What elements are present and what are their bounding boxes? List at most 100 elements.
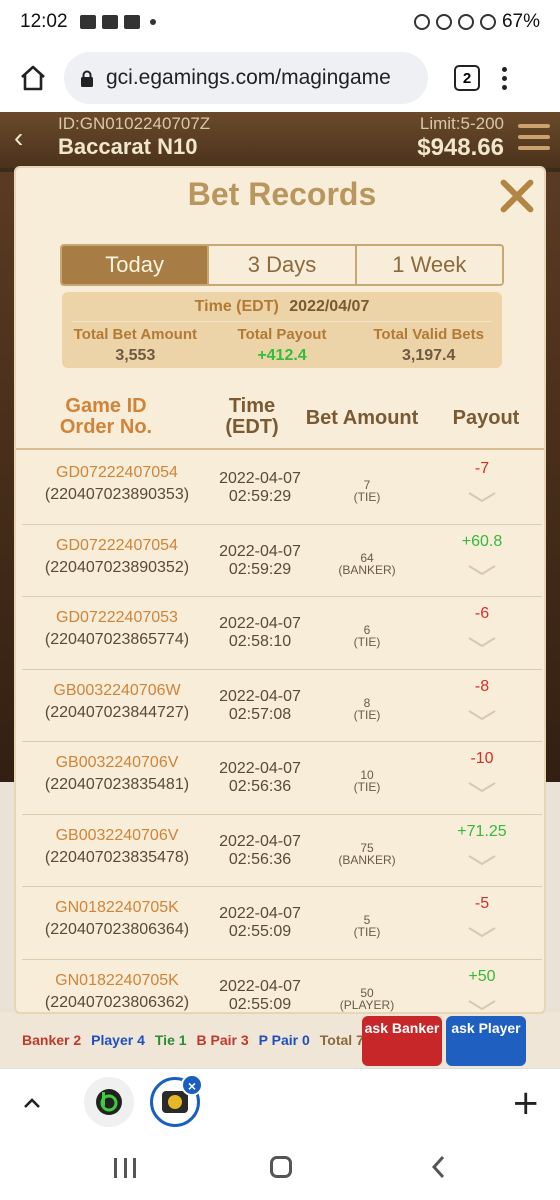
chevron-down-icon[interactable]	[467, 998, 497, 1012]
table-row[interactable]: GD07222407053 (220407023865774) 2022-04-07…	[22, 597, 542, 670]
header-game-id-label: Game ID	[65, 395, 147, 417]
close-tab-icon[interactable]: ×	[181, 1074, 203, 1096]
ask-player-button[interactable]: ask Player	[446, 1016, 526, 1066]
game-id-cell: GB0032240706V	[55, 826, 179, 844]
date-cell: 2022-04-07	[219, 760, 301, 777]
bet-type-cell: (PLAYER)	[339, 997, 395, 1012]
summary-total-payout: Total Payout +412.4	[209, 326, 356, 365]
chevron-down-icon[interactable]	[467, 635, 497, 649]
chevron-down-icon[interactable]	[467, 708, 497, 722]
table-row[interactable]: GN0182240705K (220407023806364) 2022-04-07…	[22, 887, 542, 960]
alarm-icon	[413, 14, 430, 30]
time-cell: 02:55:09	[228, 995, 292, 1013]
nav-home-icon[interactable]	[270, 1156, 292, 1178]
status-bar: 12:02 67%	[0, 0, 560, 44]
tab-switcher-button[interactable]: 2	[454, 65, 480, 91]
chevron-down-icon[interactable]	[467, 780, 497, 794]
bet-type-cell: (BANKER)	[338, 562, 396, 577]
home-button[interactable]	[14, 59, 52, 97]
game-back-button[interactable]: ‹	[14, 122, 48, 156]
period-tabs: Today 3 Days 1 Week	[60, 244, 504, 286]
modal-title: Bet Records	[187, 176, 377, 212]
more-notifications-icon	[149, 19, 156, 25]
date-cell: 2022-04-07	[219, 615, 301, 632]
chevron-up-icon[interactable]	[18, 1089, 46, 1117]
order-no-cell: (220407023844727)	[44, 703, 190, 721]
table-row[interactable]: GB0032240706V (220407023835481) 2022-04-07…	[22, 742, 542, 815]
tab-icon-b[interactable]	[84, 1077, 134, 1127]
header-game-id: Game ID Order No.	[36, 396, 176, 438]
table-row[interactable]: GB0032240706V (220407023835478) 2022-04-07…	[22, 815, 542, 887]
home-icon	[21, 65, 45, 91]
url-bar[interactable]: gci.egamings.com/magingame	[64, 52, 428, 104]
browser-bottom-bar: × +	[0, 1068, 560, 1136]
time-cell: 02:59:29	[228, 488, 292, 505]
total-payout-label: Total Payout	[237, 326, 327, 343]
tab-3-days[interactable]: 3 Days	[209, 246, 357, 284]
close-icon[interactable]	[494, 174, 538, 218]
header-time-zone: (EDT)	[225, 416, 279, 438]
stat-player: Player 4	[91, 1032, 145, 1048]
game-id-cell: GN0182240705K	[55, 971, 179, 989]
payout-cell: -8	[474, 677, 490, 695]
payout-cell: -6	[474, 605, 490, 622]
new-tab-button[interactable]: +	[512, 1083, 541, 1123]
clock-notification-icon	[123, 15, 140, 29]
game-name: Baccarat N10	[58, 134, 198, 159]
stat-banker: Banker 2	[22, 1032, 82, 1048]
time-cell: 02:59:29	[228, 560, 292, 578]
browser-toolbar: gci.egamings.com/magingame 2	[0, 44, 560, 112]
mute-icon	[435, 14, 452, 30]
chevron-down-icon[interactable]	[467, 490, 497, 504]
game-id-cell: GN0182240705K	[55, 899, 179, 916]
total-bet-label: Total Bet Amount	[73, 326, 197, 343]
time-cell: 02:55:09	[228, 923, 292, 940]
game-id-cell: GB0032240706V	[55, 754, 179, 771]
tab-icon-game[interactable]: ×	[150, 1074, 203, 1127]
bet-records-modal: Bet Records Today 3 Days 1 Week Time (ED…	[14, 166, 546, 1014]
payout-cell: +50	[468, 967, 496, 985]
order-no-cell: (220407023865774)	[44, 631, 190, 648]
ask-banker-button[interactable]: ask Banker	[362, 1016, 442, 1066]
payout-cell: -10	[470, 750, 494, 767]
order-no-cell: (220407023835478)	[44, 848, 190, 866]
gallery-notification-icon	[79, 15, 96, 29]
tab-1-week[interactable]: 1 Week	[356, 246, 502, 284]
game-menu-icon[interactable]	[518, 124, 550, 150]
system-nav-bar	[0, 1136, 560, 1200]
browser-menu-button[interactable]	[502, 66, 507, 90]
battery-level: 67%	[501, 11, 540, 32]
table-row[interactable]: GD07222407054 (220407023890353) 2022-04-07…	[22, 452, 542, 525]
header-time: Time (EDT)	[202, 396, 302, 438]
tab-today[interactable]: Today	[62, 246, 210, 284]
signal-icon	[479, 14, 496, 30]
time-cell: 02:58:10	[228, 633, 292, 650]
app-notification-icon	[101, 15, 118, 29]
total-valid-value: 3,197.4	[401, 347, 456, 364]
order-no-cell: (220407023806362)	[44, 993, 190, 1011]
stat-total: Total 7	[319, 1032, 364, 1048]
payout-cell: +60.8	[461, 532, 503, 550]
time-cell: 02:56:36	[228, 850, 292, 868]
table-row[interactable]: GD07222407054 (220407023890352) 2022-04-07…	[22, 525, 542, 597]
time-cell: 02:57:08	[228, 705, 292, 723]
game-id-label: ID:GN0102240707Z	[58, 114, 211, 133]
summary-time-label: Time (EDT)	[194, 298, 279, 315]
table-row[interactable]: GN0182240705K (220407023806362) 2022-04-07…	[22, 960, 542, 1013]
chevron-down-icon[interactable]	[467, 563, 497, 577]
chevron-down-icon[interactable]	[467, 853, 497, 867]
nav-back-icon[interactable]	[428, 1154, 450, 1180]
stat-tie: Tie 1	[154, 1032, 187, 1048]
summary-date: 2022/04/07	[289, 298, 370, 315]
table-row[interactable]: GB0032240706W (220407023844727) 2022-04-07…	[22, 670, 542, 742]
bet-type-cell: (BANKER)	[338, 852, 396, 867]
game-limit: Limit:5-200	[419, 114, 504, 133]
summary-panel: Time (EDT) 2022/04/07 Total Bet Amount 3…	[62, 292, 502, 368]
date-cell: 2022-04-07	[219, 470, 301, 487]
payout-cell: -7	[474, 460, 490, 477]
date-cell: 2022-04-07	[219, 905, 301, 922]
order-no-cell: (220407023890353)	[44, 486, 190, 503]
records-list[interactable]: GD07222407054 (220407023890353) 2022-04-07…	[16, 452, 544, 1013]
chevron-down-icon[interactable]	[467, 925, 497, 939]
recent-apps-icon[interactable]	[114, 1158, 136, 1178]
